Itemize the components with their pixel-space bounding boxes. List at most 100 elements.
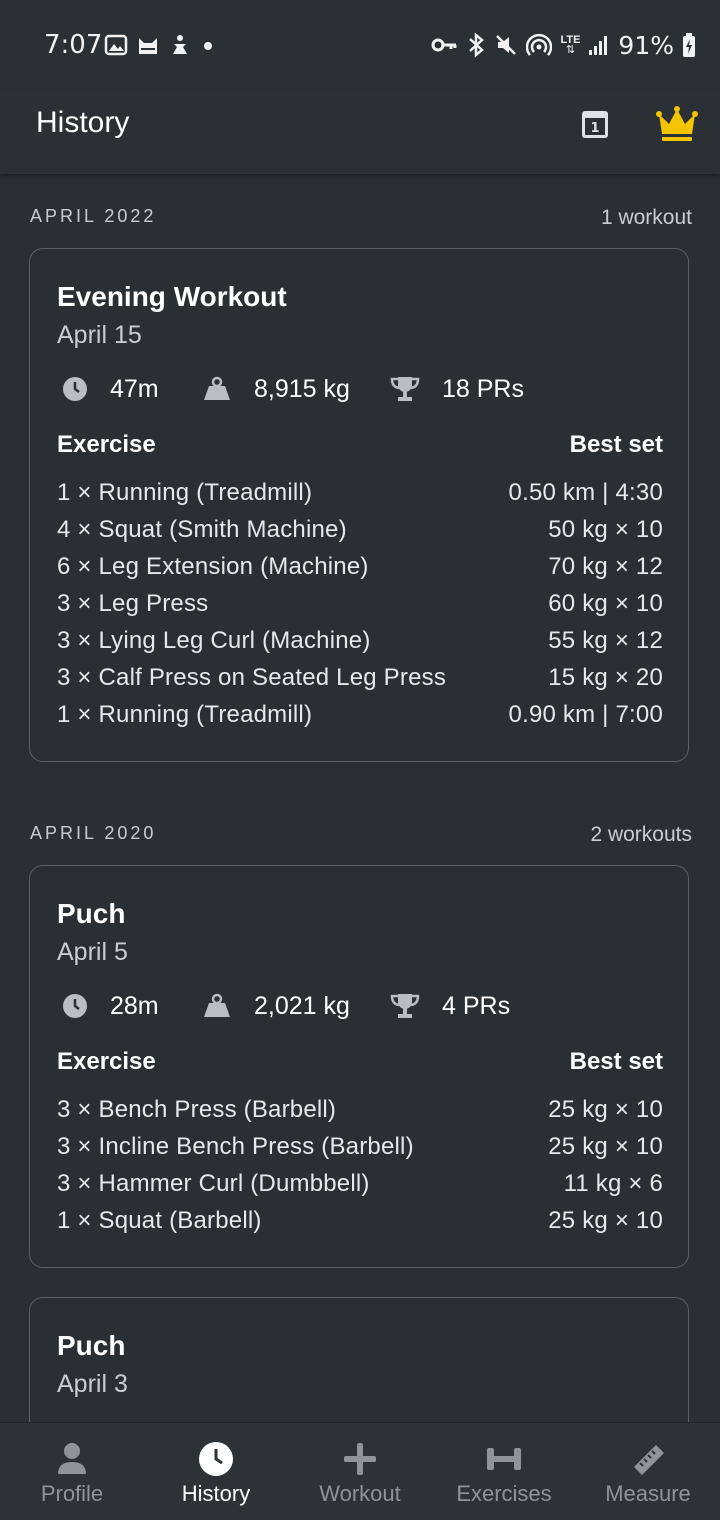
- workout-stats: 28m 2,021 kg 4 PRs: [62, 988, 662, 1024]
- clock-icon: [63, 994, 87, 1018]
- lte-arrows: ⇅: [565, 44, 576, 56]
- exercise-row: 1 × Running (Treadmill) 0.90 km | 7:00: [57, 701, 663, 738]
- battery-percent: 91%: [618, 30, 674, 60]
- app-root: 7:07 LTE ⇅ 91% History 1 APRIL 2022 1 wo…: [0, 0, 720, 1520]
- nav-item-profile[interactable]: Profile: [0, 1423, 144, 1520]
- calendar-button[interactable]: 1: [575, 104, 615, 144]
- workout-prs: 18 PRs: [442, 374, 524, 403]
- exercise-list: 3 × Bench Press (Barbell) 25 kg × 10 3 × …: [57, 1096, 663, 1244]
- workout-duration: 28m: [110, 991, 159, 1020]
- exercise-name: 3 × Calf Press on Seated Leg Press: [57, 664, 447, 691]
- section-workout-count: 1 workout: [600, 206, 692, 229]
- exercise-column-header: Exercise: [57, 1048, 156, 1075]
- exercise-row: 3 × Leg Press 60 kg × 10: [57, 590, 663, 627]
- weight-icon: [204, 993, 230, 1017]
- exercise-row: 6 × Leg Extension (Machine) 70 kg × 12: [57, 553, 663, 590]
- person-icon: [52, 1439, 92, 1479]
- workout-title: Evening Workout: [57, 281, 287, 312]
- exercise-best-set: 0.50 km | 4:30: [508, 479, 663, 506]
- nav-item-history[interactable]: History: [144, 1423, 288, 1520]
- bluetooth-icon: [466, 32, 486, 58]
- nav-label: Exercises: [456, 1481, 552, 1506]
- workout-card[interactable]: Evening Workout April 15 47m 8,915 kg 18…: [29, 248, 689, 762]
- section-month: APRIL 2020: [30, 823, 157, 843]
- section-header: APRIL 2022 1 workout: [30, 198, 692, 238]
- exercise-best-set: 25 kg × 10: [548, 1207, 663, 1234]
- prs-stat: 4 PRs: [390, 988, 510, 1024]
- exercise-name: 6 × Leg Extension (Machine): [57, 553, 369, 580]
- best-set-column-header: Best set: [569, 431, 663, 458]
- nav-label: Workout: [319, 1481, 401, 1506]
- status-time: 7:07: [44, 30, 103, 60]
- exercise-row: 3 × Hammer Curl (Dumbbell) 11 kg × 6: [57, 1170, 663, 1207]
- crown-icon: [656, 106, 698, 141]
- trophy-icon: [390, 994, 420, 1018]
- calendar-day: 1: [590, 121, 599, 136]
- exercise-name: 3 × Incline Bench Press (Barbell): [57, 1133, 414, 1160]
- prs-stat: 18 PRs: [390, 371, 524, 407]
- exercise-best-set: 0.90 km | 7:00: [508, 701, 663, 728]
- exercise-name: 1 × Running (Treadmill): [57, 701, 313, 728]
- workout-volume: 8,915 kg: [254, 374, 350, 403]
- page-title: History: [36, 106, 130, 139]
- workout-card[interactable]: Puch April 3: [29, 1297, 689, 1422]
- battery-charging-icon: [682, 32, 696, 58]
- exercise-best-set: 70 kg × 12: [548, 553, 663, 580]
- exercise-table-header: Exercise Best set: [57, 431, 663, 463]
- nav-label: Measure: [605, 1481, 691, 1506]
- nav-label: History: [181, 1481, 251, 1506]
- workout-date: April 3: [57, 1370, 128, 1398]
- dumbbell-icon: [484, 1439, 524, 1479]
- workout-date: April 15: [57, 321, 142, 349]
- exercise-name: 3 × Bench Press (Barbell): [57, 1096, 337, 1123]
- exercise-row: 1 × Squat (Barbell) 25 kg × 10: [57, 1207, 663, 1244]
- exercise-row: 4 × Squat (Smith Machine) 50 kg × 10: [57, 516, 663, 553]
- exercise-best-set: 55 kg × 12: [548, 627, 663, 654]
- duration-stat: 28m: [62, 988, 159, 1024]
- best-set-column-header: Best set: [569, 1048, 663, 1075]
- exercise-row: 3 × Lying Leg Curl (Machine) 55 kg × 12: [57, 627, 663, 664]
- section-workout-count: 2 workouts: [590, 823, 692, 846]
- system-icons: LTE ⇅ 91%: [430, 30, 696, 60]
- yoga-icon: [168, 34, 192, 56]
- nav-item-measure[interactable]: Measure: [576, 1423, 720, 1520]
- exercise-column-header: Exercise: [57, 431, 156, 458]
- exercise-name: 1 × Squat (Barbell): [57, 1207, 262, 1234]
- exercise-best-set: 15 kg × 20: [548, 664, 663, 691]
- exercise-best-set: 60 kg × 10: [548, 590, 663, 617]
- nav-label: Profile: [40, 1481, 104, 1506]
- volume-stat: 8,915 kg: [202, 371, 350, 407]
- nav-item-exercises[interactable]: Exercises: [432, 1423, 576, 1520]
- history-list[interactable]: APRIL 2022 1 workout Evening Workout Apr…: [0, 176, 720, 1422]
- section-header: APRIL 2020 2 workouts: [30, 815, 692, 855]
- exercise-row: 3 × Calf Press on Seated Leg Press 15 kg …: [57, 664, 663, 701]
- mute-icon: [494, 33, 518, 57]
- workout-title: Puch: [57, 1330, 126, 1361]
- notification-icons: [104, 32, 216, 58]
- exercise-best-set: 25 kg × 10: [548, 1096, 663, 1123]
- workout-stats: 47m 8,915 kg 18 PRs: [62, 371, 662, 407]
- ruler-icon: [628, 1439, 668, 1479]
- cat-icon: [136, 34, 160, 56]
- premium-button[interactable]: [653, 100, 701, 148]
- exercise-best-set: 50 kg × 10: [548, 516, 663, 543]
- exercise-list: 1 × Running (Treadmill) 0.50 km | 4:30 4 …: [57, 479, 663, 738]
- exercise-name: 1 × Running (Treadmill): [57, 479, 313, 506]
- workout-card[interactable]: Puch April 5 28m 2,021 kg 4 PRs Exercise: [29, 865, 689, 1268]
- exercise-name: 3 × Hammer Curl (Dumbbell): [57, 1170, 370, 1197]
- workout-prs: 4 PRs: [442, 991, 511, 1020]
- nav-item-workout[interactable]: Workout: [288, 1423, 432, 1520]
- lte-icon: LTE ⇅: [560, 35, 580, 56]
- clock-icon: [196, 1439, 236, 1479]
- exercise-best-set: 25 kg × 10: [548, 1133, 663, 1160]
- section-month: APRIL 2022: [30, 206, 157, 226]
- exercise-name: 3 × Leg Press: [57, 590, 209, 617]
- exercise-name: 3 × Lying Leg Curl (Machine): [57, 627, 371, 654]
- key-icon: [430, 33, 458, 57]
- plus-icon: [340, 1439, 380, 1479]
- exercise-best-set: 11 kg × 6: [563, 1170, 663, 1197]
- exercise-row: 1 × Running (Treadmill) 0.50 km | 4:30: [57, 479, 663, 516]
- status-bar: 7:07 LTE ⇅ 91%: [0, 0, 720, 90]
- dot-icon: [200, 34, 216, 56]
- bottom-navigation: Profile History Workout Exercises Measur…: [0, 1422, 720, 1520]
